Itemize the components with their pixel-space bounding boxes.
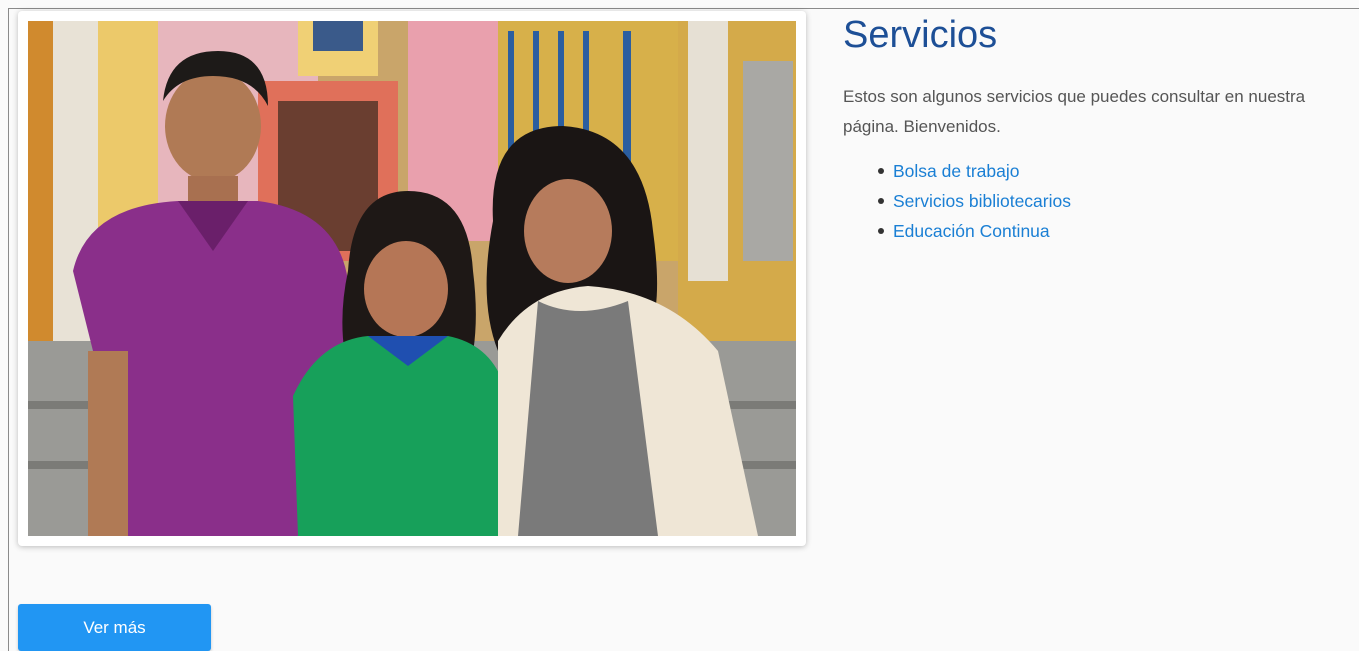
bullet-icon (878, 168, 884, 174)
list-item: Bolsa de trabajo (878, 156, 1359, 186)
page-title: Servicios (843, 14, 998, 56)
list-item: Educación Continua (878, 216, 1359, 246)
ver-mas-button[interactable]: Ver más (18, 604, 211, 651)
link-servicios-bibliotecarios[interactable]: Servicios bibliotecarios (893, 191, 1071, 211)
students-photo (28, 21, 796, 536)
services-section: Servicios Estos son algunos servicios qu… (843, 12, 1359, 246)
photo-card (18, 11, 806, 546)
list-item: Servicios bibliotecarios (878, 186, 1359, 216)
link-bolsa-de-trabajo[interactable]: Bolsa de trabajo (893, 161, 1019, 181)
bullet-icon (878, 198, 884, 204)
link-educacion-continua[interactable]: Educación Continua (893, 221, 1050, 241)
services-list: Bolsa de trabajo Servicios bibliotecario… (843, 156, 1359, 246)
section-description: Estos son algunos servicios que puedes c… (843, 87, 1306, 136)
bullet-icon (878, 228, 884, 234)
